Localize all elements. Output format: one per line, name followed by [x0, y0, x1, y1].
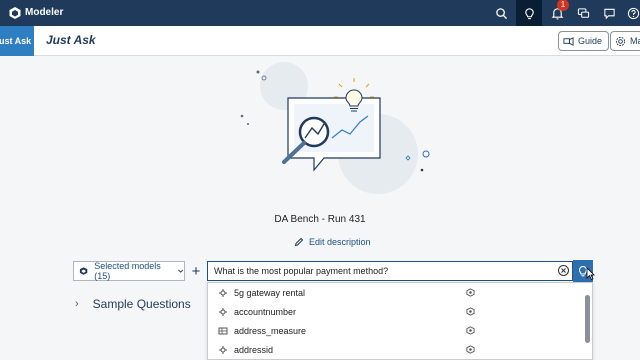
help-button[interactable]	[620, 0, 640, 26]
notifications-button[interactable]: 1	[544, 0, 570, 26]
page-header: Just Ask Just Ask Guide Ma	[0, 26, 640, 56]
model-icon	[466, 345, 475, 354]
pencil-icon	[294, 237, 304, 247]
edit-description-link[interactable]: Edit description	[294, 237, 371, 247]
feedback-icon	[603, 8, 615, 19]
manage-button[interactable]: Ma	[610, 31, 640, 51]
lightbulb-icon	[524, 7, 534, 19]
dimension-icon	[219, 288, 227, 297]
page-title: Just Ask	[46, 33, 96, 47]
just-ask-illustration	[240, 62, 430, 194]
edit-description-label: Edit description	[309, 237, 371, 247]
chevron-down-icon	[177, 269, 183, 273]
chevron-right-icon: ›	[75, 298, 79, 310]
app-title: Modeler	[25, 7, 64, 18]
list-item-label: address_measure	[234, 325, 307, 336]
list-item-label: 5g gateway rental	[234, 287, 306, 298]
gear-icon	[615, 36, 626, 46]
manage-label: Ma	[630, 36, 640, 46]
sample-questions-label: Sample Questions	[92, 297, 191, 311]
guide-button[interactable]: Guide	[558, 31, 610, 51]
measure-icon	[218, 327, 228, 334]
model-icon	[466, 326, 475, 335]
feedback-button[interactable]	[596, 0, 622, 26]
shell-bar: Modeler 1	[0, 0, 640, 26]
help-icon	[627, 7, 639, 19]
add-model-button[interactable]: +	[188, 261, 204, 281]
discussions-button[interactable]	[570, 0, 596, 26]
suggestion-dropdown: 5g gateway rental accountnumber address_…	[207, 282, 593, 360]
notification-badge: 1	[557, 0, 569, 11]
sample-questions-toggle[interactable]: › Sample Questions	[75, 297, 191, 311]
dimension-icon	[219, 307, 227, 316]
guide-label: Guide	[578, 36, 603, 46]
dimension-icon	[219, 345, 227, 354]
list-item-label: accountnumber	[234, 306, 297, 317]
search-icon	[495, 7, 507, 19]
question-input[interactable]	[207, 261, 573, 281]
guide-icon	[563, 36, 574, 46]
list-item[interactable]: addressid	[208, 340, 584, 359]
scrollbar[interactable]	[585, 285, 590, 359]
just-ask-button[interactable]	[516, 0, 542, 26]
app-logo-icon	[9, 7, 21, 19]
selected-models-dropdown[interactable]: Selected models (15)	[73, 261, 185, 281]
selected-models-label: Selected models (15)	[94, 261, 161, 281]
chat-icon	[577, 7, 589, 18]
model-icon	[466, 307, 475, 316]
dataset-title: DA Bench - Run 431	[274, 214, 366, 225]
scroll-thumb[interactable]	[585, 295, 590, 343]
list-item[interactable]: accountnumber	[208, 302, 584, 321]
list-item[interactable]: address_measure	[208, 321, 584, 340]
just-ask-tab[interactable]: Just Ask	[0, 26, 34, 56]
list-item[interactable]: 5g gateway rental	[208, 283, 584, 302]
mouse-cursor-icon	[586, 267, 595, 280]
search-button[interactable]	[488, 0, 514, 26]
model-icon	[466, 288, 475, 297]
model-icon	[79, 267, 88, 275]
clear-icon[interactable]	[557, 264, 570, 277]
list-item-label: addressid	[234, 344, 274, 355]
